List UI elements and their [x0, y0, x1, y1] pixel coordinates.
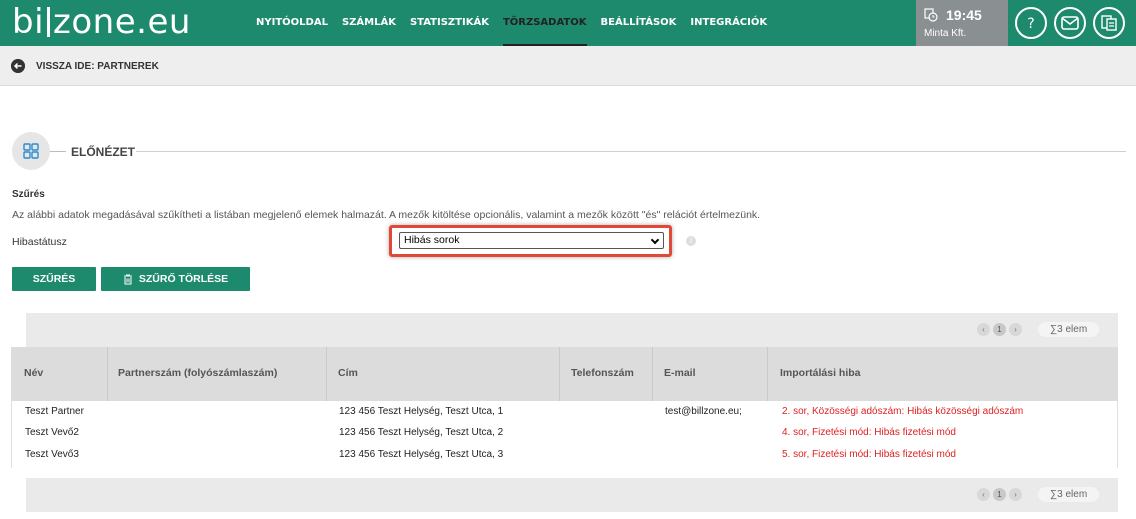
error-status-label: Hibastátusz [12, 236, 67, 248]
company-name: Minta Kft. [924, 28, 967, 39]
pagination-bar-top: ‹ 1 › ∑3 elem [26, 313, 1118, 347]
cell-address: 123 456 Teszt Helység, Teszt Utca, 3 [339, 449, 504, 460]
clock-icon [924, 8, 938, 22]
item-count-text: 3 elem [1057, 489, 1088, 500]
filter-title: Szűrés [12, 189, 45, 200]
chevron-down-icon [650, 235, 660, 245]
page-number[interactable]: 1 [993, 488, 1006, 501]
section-title: ELŐNÉZET [71, 145, 136, 159]
back-bar: VISSZA IDE: PARTNEREK [0, 46, 1136, 86]
item-count: ∑3 elem [1038, 487, 1100, 502]
cell-name: Teszt Vevő3 [25, 449, 79, 460]
info-icon[interactable]: i [686, 236, 696, 246]
table-header: Név Partnerszám (folyószámlaszám) Cím Te… [11, 347, 1118, 401]
grid-icon [12, 132, 50, 170]
user-box[interactable]: 19:45 Minta Kft. [916, 0, 1008, 46]
error-status-value: Hibás sorok [404, 234, 460, 246]
column-header-import-error[interactable]: Importálási hiba [780, 367, 861, 379]
documents-icon[interactable] [1093, 7, 1125, 39]
cell-import-error: 4. sor, Fizetési mód: Hibás fizetési mód [782, 427, 956, 438]
column-header-address[interactable]: Cím [338, 367, 358, 379]
filter-button-label: SZŰRÉS [32, 273, 76, 285]
cell-name: Teszt Vevő2 [25, 427, 79, 438]
nav-item-invoices[interactable]: SZÁMLÁK [342, 0, 396, 46]
nav-item-integrations[interactable]: INTEGRÁCIÓK [690, 0, 767, 46]
logo-text-left: bi [12, 2, 45, 42]
trash-icon [123, 274, 132, 284]
column-header-partner-number[interactable]: Partnerszám (folyószámlaszám) [118, 367, 277, 379]
main-nav: NYITÓOLDAL SZÁMLÁK STATISZTIKÁK TÖRZSADA… [256, 0, 781, 46]
column-header-name[interactable]: Név [24, 367, 43, 379]
divider [136, 151, 1126, 152]
nav-item-settings[interactable]: BEÁLLÍTÁSOK [601, 0, 677, 46]
clear-filter-button-label: SZŰRŐ TÖRLÉSE [138, 273, 229, 285]
nav-item-master-data[interactable]: TÖRZSADATOK [502, 0, 587, 46]
clear-filter-button[interactable]: SZŰRŐ TÖRLÉSE [101, 267, 250, 291]
column-header-phone[interactable]: Telefonszám [571, 367, 634, 379]
page-number[interactable]: 1 [993, 323, 1006, 336]
clock-time: 19:45 [946, 7, 982, 23]
table-row[interactable]: Teszt Partner 123 456 Teszt Helység, Tes… [12, 401, 1117, 421]
logo[interactable]: bi zone.eu [12, 2, 191, 42]
item-count-text: 3 elem [1057, 324, 1088, 335]
chevron-left-icon[interactable]: ‹ [977, 323, 990, 336]
back-arrow-icon[interactable] [11, 59, 25, 73]
chevron-left-icon[interactable]: ‹ [977, 488, 990, 501]
table-body: Teszt Partner 123 456 Teszt Helység, Tes… [11, 401, 1118, 468]
top-bar: bi zone.eu NYITÓOLDAL SZÁMLÁK STATISZTIKÁ… [0, 0, 1136, 46]
divider [50, 151, 66, 152]
mail-icon[interactable] [1054, 7, 1086, 39]
cell-name: Teszt Partner [25, 406, 84, 417]
table-row[interactable]: Teszt Vevő2 123 456 Teszt Helység, Teszt… [12, 422, 1117, 442]
filter-description: Az alábbi adatok megadásával szűkítheti … [12, 209, 761, 221]
table-row[interactable]: Teszt Vevő3 123 456 Teszt Helység, Teszt… [12, 444, 1117, 464]
logo-text-right: zone.eu [53, 2, 191, 42]
nav-item-home[interactable]: NYITÓOLDAL [256, 0, 328, 46]
back-link[interactable]: VISSZA IDE: PARTNEREK [36, 61, 159, 72]
error-status-select[interactable]: Hibás sorok [399, 232, 664, 249]
filter-button[interactable]: SZŰRÉS [12, 267, 96, 291]
item-count: ∑3 elem [1038, 322, 1100, 337]
cell-address: 123 456 Teszt Helység, Teszt Utca, 1 [339, 406, 504, 417]
help-icon[interactable]: ? [1015, 7, 1047, 39]
cell-email: test@billzone.eu; [665, 406, 742, 417]
chevron-right-icon[interactable]: › [1009, 488, 1022, 501]
cell-import-error: 5. sor, Fizetési mód: Hibás fizetési mód [782, 449, 956, 460]
nav-item-statistics[interactable]: STATISZTIKÁK [410, 0, 489, 46]
pagination-bar-bottom: ‹ 1 › ∑3 elem [26, 478, 1118, 512]
pagination: ‹ 1 › ∑3 elem [977, 322, 1100, 337]
chevron-right-icon[interactable]: › [1009, 323, 1022, 336]
svg-text:?: ? [1027, 16, 1034, 32]
cell-address: 123 456 Teszt Helység, Teszt Utca, 2 [339, 427, 504, 438]
pagination: ‹ 1 › ∑3 elem [977, 487, 1100, 502]
column-header-email[interactable]: E-mail [664, 367, 696, 379]
cell-import-error: 2. sor, Közösségi adószám: Hibás közössé… [782, 406, 1024, 417]
